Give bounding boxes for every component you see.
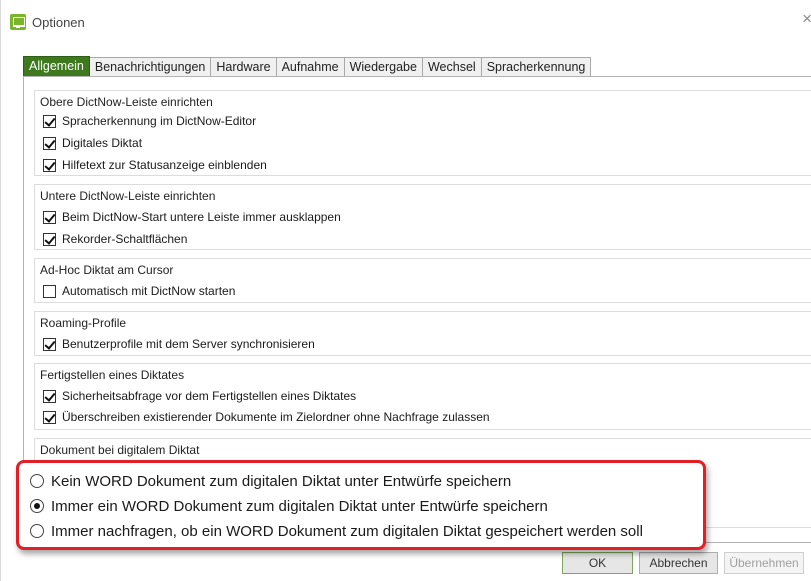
window-title: Optionen (32, 15, 85, 30)
radio-label: Kein WORD Dokument zum digitalen Diktat … (51, 472, 512, 490)
radio-button[interactable] (30, 499, 44, 513)
checkbox-label: Beim DictNow-Start untere Leiste immer a… (62, 210, 341, 224)
checkbox[interactable] (43, 158, 56, 172)
checkbox[interactable] (43, 284, 56, 298)
group-title: Untere DictNow-Leiste einrichten (40, 189, 216, 203)
tab-spracherkennung[interactable]: Spracherkennung (481, 57, 592, 77)
radio-button[interactable] (30, 524, 44, 538)
apply-button[interactable]: Übernehmen (724, 552, 804, 574)
close-icon[interactable]: × (802, 9, 811, 29)
tab-aufnahme[interactable]: Aufnahme (276, 57, 345, 77)
radio-row-immer-dokument[interactable]: Immer ein WORD Dokument zum digitalen Di… (30, 496, 548, 516)
group-obere-leiste: Obere DictNow-Leiste einrichten Spracher… (34, 90, 811, 176)
tab-benachrichtigungen[interactable]: Benachrichtigungen (89, 57, 212, 77)
tab-strip: Allgemein Benachrichtigungen Hardware Au… (23, 56, 592, 77)
group-title: Ad-Hoc Diktat am Cursor (40, 263, 174, 277)
checkbox-label: Rekorder-Schaltflächen (62, 232, 188, 246)
checkbox-row-digitales-diktat[interactable]: Digitales Diktat (43, 135, 142, 151)
ok-button[interactable]: OK (562, 552, 633, 574)
dictnow-app-icon (10, 14, 26, 30)
group-title: Dokument bei digitalem Diktat (40, 443, 200, 457)
checkbox-row-rekorder-schaltflaechen[interactable]: Rekorder-Schaltflächen (43, 231, 187, 247)
checkbox-label: Überschreiben existierender Dokumente im… (62, 410, 490, 424)
checkbox-row-ueberschreiben[interactable]: Überschreiben existierender Dokumente im… (43, 409, 490, 425)
checkbox[interactable] (43, 410, 56, 424)
checkbox-label: Sicherheitsabfrage vor dem Fertigstellen… (62, 389, 357, 403)
group-fertigstellen: Fertigstellen eines Diktates Sicherheits… (34, 363, 811, 430)
checkbox-row-spracherkennung-editor[interactable]: Spracherkennung im DictNow-Editor (43, 113, 256, 129)
checkbox[interactable] (43, 210, 56, 224)
radio-row-immer-nachfragen[interactable]: Immer nachfragen, ob ein WORD Dokument z… (30, 521, 643, 541)
tab-wechsel[interactable]: Wechsel (422, 57, 482, 77)
dialog-buttons: OK Abbrechen Übernehmen (562, 552, 804, 574)
checkbox[interactable] (43, 337, 56, 351)
radio-label: Immer nachfragen, ob ein WORD Dokument z… (51, 522, 643, 540)
checkbox-label: Digitales Diktat (62, 136, 143, 150)
checkbox-label: Hilfetext zur Statusanzeige einblenden (62, 158, 267, 172)
checkbox-row-hilfetext[interactable]: Hilfetext zur Statusanzeige einblenden (43, 157, 267, 173)
group-title: Obere DictNow-Leiste einrichten (40, 95, 213, 109)
highlight-callout: Kein WORD Dokument zum digitalen Diktat … (16, 460, 706, 550)
checkbox[interactable] (43, 114, 56, 128)
checkbox[interactable] (43, 232, 56, 246)
tab-hardware[interactable]: Hardware (211, 57, 277, 77)
checkbox-label: Benutzerprofile mit dem Server synchroni… (62, 337, 315, 351)
checkbox-row-sicherheitsabfrage[interactable]: Sicherheitsabfrage vor dem Fertigstellen… (43, 388, 356, 404)
group-title: Roaming-Profile (40, 316, 127, 330)
group-untere-leiste: Untere DictNow-Leiste einrichten Beim Di… (34, 184, 811, 250)
checkbox-label: Automatisch mit DictNow starten (62, 284, 236, 298)
group-adhoc-diktat: Ad-Hoc Diktat am Cursor Automatisch mit … (34, 258, 811, 303)
tab-wiedergabe[interactable]: Wiedergabe (344, 57, 423, 77)
checkbox-row-benutzerprofile-sync[interactable]: Benutzerprofile mit dem Server synchroni… (43, 336, 315, 352)
checkbox[interactable] (43, 389, 56, 403)
title-bar: Optionen × (1, 0, 811, 46)
radio-label: Immer ein WORD Dokument zum digitalen Di… (51, 497, 548, 515)
checkbox-row-untere-leiste-ausklappen[interactable]: Beim DictNow-Start untere Leiste immer a… (43, 209, 341, 225)
checkbox-label: Spracherkennung im DictNow-Editor (62, 114, 257, 128)
cancel-button[interactable]: Abbrechen (639, 552, 718, 574)
checkbox[interactable] (43, 136, 56, 150)
tab-allgemein[interactable]: Allgemein (23, 56, 90, 77)
options-dialog: Optionen × Allgemein Benachrichtigungen … (0, 0, 811, 581)
group-roaming-profile: Roaming-Profile Benutzerprofile mit dem … (34, 311, 811, 356)
radio-row-kein-dokument[interactable]: Kein WORD Dokument zum digitalen Diktat … (30, 471, 511, 491)
checkbox-row-automatisch-starten[interactable]: Automatisch mit DictNow starten (43, 283, 235, 299)
radio-button[interactable] (30, 474, 44, 488)
group-title: Fertigstellen eines Diktates (40, 368, 185, 382)
